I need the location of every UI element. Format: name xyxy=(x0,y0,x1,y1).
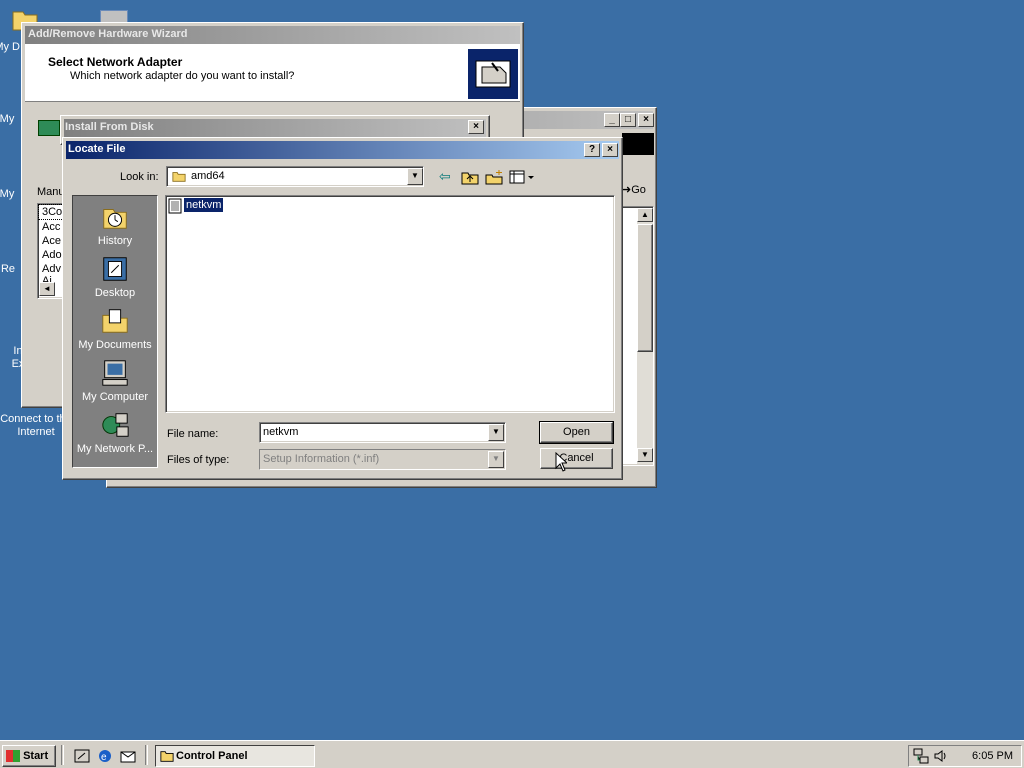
help-button[interactable]: ? xyxy=(584,143,600,157)
close-button[interactable]: × xyxy=(638,113,654,127)
install-from-disk-title: Install From Disk xyxy=(65,121,154,133)
locate-file-title: Locate File xyxy=(68,143,126,155)
back-button[interactable]: ⇦ xyxy=(439,169,457,185)
file-name-value[interactable]: netkvm xyxy=(263,426,298,438)
show-desktop-icon[interactable] xyxy=(74,748,90,764)
file-name: netkvm xyxy=(184,198,224,212)
vertical-scrollbar[interactable]: ▲ ▼ xyxy=(637,208,653,464)
install-from-disk-close-button[interactable]: × xyxy=(468,120,484,134)
wizard-subheading: Which network adapter do you want to ins… xyxy=(70,70,295,82)
volume-tray-icon[interactable] xyxy=(933,748,949,764)
internet-explorer-icon[interactable]: e xyxy=(97,748,113,764)
look-in-dropdown-arrow[interactable]: ▼ xyxy=(407,168,423,185)
place-my-documents[interactable]: My Documents xyxy=(73,306,157,352)
my-network-places-icon xyxy=(102,413,129,437)
windows-logo-icon xyxy=(622,133,654,155)
desktop-icon xyxy=(103,257,127,281)
manufacturer-scroll-left[interactable]: ◄ xyxy=(39,282,55,296)
look-in-label: Look in: xyxy=(120,171,159,183)
new-folder-icon[interactable] xyxy=(485,169,503,185)
place-history[interactable]: History xyxy=(73,202,157,248)
look-in-dropdown[interactable]: amd64 ▼ xyxy=(166,166,424,187)
locate-file-dialog: Locate File ? × Look in: amd64 ▼ ⇦ Histo… xyxy=(62,137,623,480)
minimize-button[interactable]: _ xyxy=(604,113,620,127)
task-label: Control Panel xyxy=(176,750,248,762)
taskbar: Start e Control Panel 6:05 PM xyxy=(0,740,1024,768)
file-name-combobox[interactable]: netkvm ▼ xyxy=(259,422,506,443)
close-button[interactable]: × xyxy=(602,143,618,157)
view-menu-button[interactable] xyxy=(509,169,535,185)
network-tray-icon[interactable] xyxy=(913,748,929,764)
place-label: My Computer xyxy=(81,391,149,403)
scroll-down-button[interactable]: ▼ xyxy=(637,448,653,462)
wizard-title: Add/Remove Hardware Wizard xyxy=(28,28,188,40)
cancel-button[interactable]: Cancel xyxy=(540,448,613,469)
folder-icon xyxy=(172,172,186,182)
place-desktop[interactable]: Desktop xyxy=(73,254,157,300)
install-from-disk-titlebar: Install From Disk xyxy=(64,119,486,137)
wizard-heading: Select Network Adapter xyxy=(48,55,183,69)
place-label: My Documents xyxy=(78,339,152,351)
place-label: History xyxy=(97,235,133,247)
task-control-panel[interactable]: Control Panel xyxy=(155,745,315,767)
file-name-label: File name: xyxy=(167,428,219,440)
files-of-type-label: Files of type: xyxy=(167,454,230,466)
place-label: Desktop xyxy=(94,287,136,299)
files-of-type-dropdown-arrow: ▼ xyxy=(488,451,504,468)
my-computer-icon xyxy=(102,360,128,386)
tasks-separator xyxy=(145,745,148,765)
clock[interactable]: 6:05 PM xyxy=(972,750,1013,762)
file-list[interactable]: netkvm xyxy=(165,195,615,413)
network-card-icon xyxy=(468,49,518,99)
place-label: My Network P... xyxy=(76,443,154,455)
windows-flag-icon xyxy=(6,750,20,763)
place-my-network-places[interactable]: My Network P... xyxy=(73,410,157,456)
scroll-thumb[interactable] xyxy=(637,224,653,352)
my-documents-icon xyxy=(102,309,128,333)
open-button[interactable]: Open xyxy=(539,421,614,444)
setup-info-file-icon xyxy=(168,198,182,214)
history-icon xyxy=(103,209,127,229)
maximize-button[interactable]: □ xyxy=(620,113,636,127)
look-in-value: amd64 xyxy=(191,170,225,182)
start-label: Start xyxy=(23,750,49,762)
place-my-computer[interactable]: My Computer xyxy=(73,358,157,404)
go-arrow-icon: ➜ xyxy=(622,184,632,196)
system-tray: 6:05 PM xyxy=(908,745,1022,767)
scroll-up-button[interactable]: ▲ xyxy=(637,208,653,222)
go-label: Go xyxy=(631,184,646,196)
up-folder-icon[interactable] xyxy=(461,169,479,185)
wizard-titlebar: Add/Remove Hardware Wizard xyxy=(25,26,520,44)
files-of-type-combobox: Setup Information (*.inf) ▼ xyxy=(259,449,506,470)
view-menu-icon xyxy=(509,170,534,184)
start-button[interactable]: Start xyxy=(2,745,56,767)
quick-launch-separator xyxy=(61,745,64,765)
manufacturer-label: Manu xyxy=(37,186,65,198)
svg-text:e: e xyxy=(101,752,107,763)
files-of-type-value: Setup Information (*.inf) xyxy=(263,453,380,465)
go-button[interactable]: ➜Go xyxy=(622,181,654,199)
locate-file-titlebar: Locate File xyxy=(66,141,619,159)
wizard-header: Select Network Adapter Which network ada… xyxy=(25,44,520,102)
control-panel-icon xyxy=(160,751,174,762)
places-bar: History Desktop My Documents My Computer… xyxy=(72,195,158,468)
wizard-adapter-icon xyxy=(38,120,60,136)
outlook-express-icon[interactable] xyxy=(120,748,136,764)
file-name-dropdown-arrow[interactable]: ▼ xyxy=(488,424,504,441)
mouse-cursor-icon xyxy=(555,452,567,472)
